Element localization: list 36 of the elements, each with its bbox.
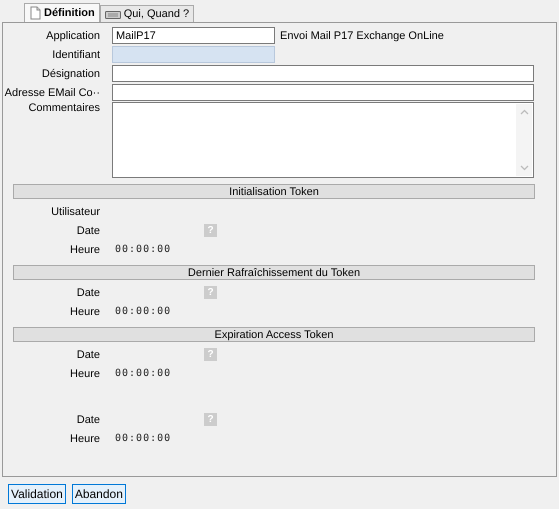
field-note: Envoi Mail P17 Exchange OnLine — [280, 30, 444, 42]
field-label: Heure — [69, 432, 100, 444]
field-label: Date — [76, 414, 100, 426]
action-button[interactable]: Validation — [8, 484, 66, 504]
section-header: Expiration Access Token — [13, 327, 535, 342]
field-label: Date — [76, 348, 100, 360]
field-label: Application — [45, 30, 100, 42]
action-button[interactable]: Abandon — [72, 484, 126, 504]
scroll-up-icon — [520, 109, 528, 115]
field-label: Heure — [69, 306, 100, 318]
field-label: Date — [76, 286, 100, 298]
time-value: 00:00:00 — [115, 433, 172, 444]
section-header: Initialisation Token — [13, 184, 535, 199]
field-label: Utilisateur — [50, 206, 100, 218]
field-label: Heure — [69, 368, 100, 380]
input-field[interactable] — [112, 65, 534, 82]
field-label: Désignation — [40, 68, 100, 80]
comments-field[interactable] — [112, 102, 534, 178]
tab[interactable]: Qui, Quand ? — [100, 5, 194, 22]
time-value: 00:00:00 — [115, 368, 172, 379]
scroll-down-icon — [520, 165, 528, 171]
time-value: 00:00:00 — [115, 244, 172, 255]
input-field[interactable] — [112, 84, 534, 101]
field-label: Adresse EMail Co·· — [4, 86, 100, 98]
field-label: Date — [76, 224, 100, 236]
tab[interactable]: Définition — [24, 3, 100, 22]
field-label: Identifiant — [51, 48, 100, 60]
keyboard-icon — [104, 9, 121, 19]
field-label: Heure — [69, 244, 100, 256]
section-header: Dernier Rafraîchissement du Token — [13, 265, 535, 280]
input-field[interactable]: MailP17 — [112, 27, 275, 44]
scrollbar[interactable] — [516, 104, 532, 176]
input-field[interactable] — [112, 46, 275, 63]
document-icon — [29, 6, 41, 20]
field-label: Commentaires — [27, 102, 100, 114]
time-value: 00:00:00 — [115, 306, 172, 317]
